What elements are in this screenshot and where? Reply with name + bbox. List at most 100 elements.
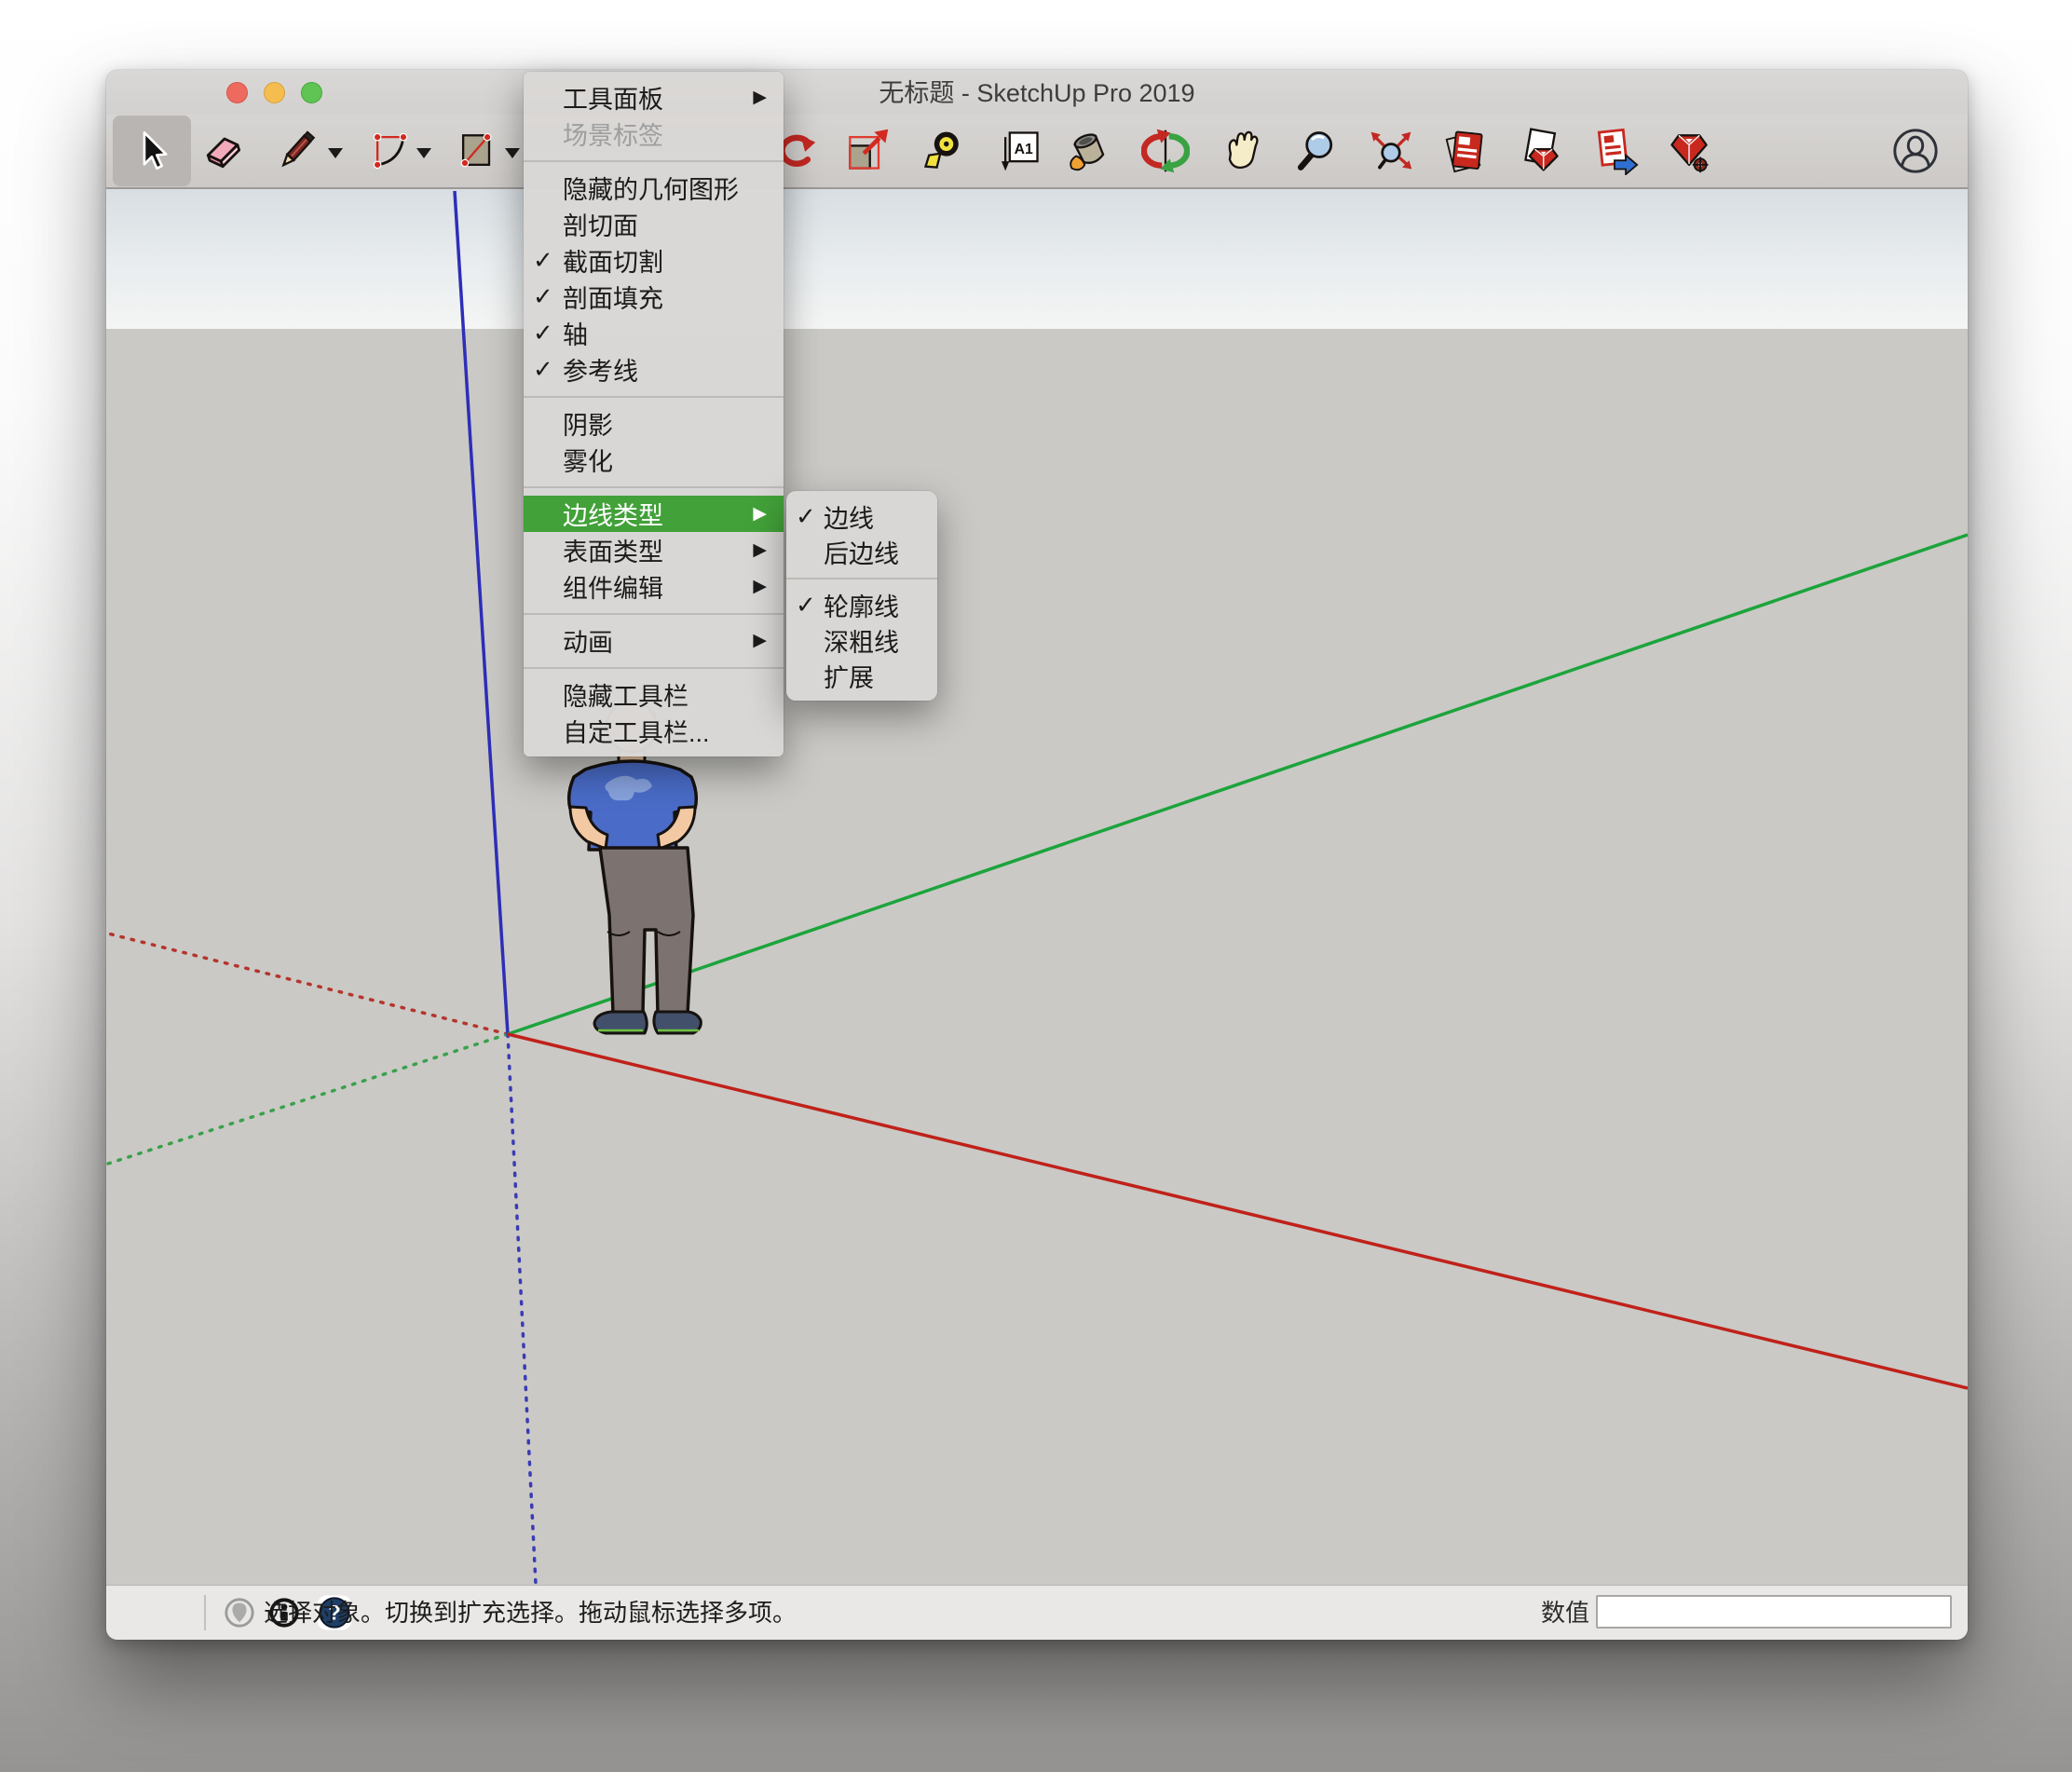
measurements-input[interactable]: [1596, 1595, 1952, 1629]
submenu-item-profiles[interactable]: ✓轮廓线: [786, 587, 937, 622]
menu-item-label: 组件编辑: [563, 568, 753, 605]
send-to-layout-icon: [1441, 127, 1490, 175]
menu-item-fog[interactable]: 雾化: [524, 442, 784, 478]
svg-text:A1: A1: [1015, 142, 1033, 157]
account-button[interactable]: [1888, 123, 1942, 179]
status-hint: 选择对象。切换到扩充选择。拖动鼠标选择多项。: [264, 1586, 797, 1640]
menu-item-label: 表面类型: [563, 532, 753, 568]
tape-measure-icon: [920, 127, 968, 175]
menu-item-label: 轴: [563, 315, 772, 351]
menu-item-animation[interactable]: 动画▶: [524, 622, 784, 659]
menu-item-hidden-geometry[interactable]: 隐藏的几何图形: [524, 170, 784, 206]
menu-separator: [524, 478, 784, 496]
menu-item-face-style[interactable]: 表面类型▶: [524, 532, 784, 568]
3d-warehouse-button[interactable]: [1513, 123, 1567, 179]
menu-separator: [524, 388, 784, 405]
menu-separator: [524, 659, 784, 676]
submenu-item-depth-cue[interactable]: 深粗线: [786, 622, 937, 658]
menu-item-hide-toolbar[interactable]: 隐藏工具栏: [524, 676, 784, 713]
menu-item-label: 剖切面: [563, 206, 772, 242]
sky: [106, 189, 1968, 329]
menu-item-label: 边线类型: [563, 496, 753, 532]
menu-item-guides[interactable]: ✓参考线: [524, 351, 784, 388]
zoom-tool-button[interactable]: [1288, 123, 1343, 179]
menu-item-label: 场景标签: [563, 116, 772, 152]
edge-style-submenu: ✓边线后边线 ✓轮廓线深粗线扩展: [786, 491, 937, 701]
scale-tool-button[interactable]: [839, 123, 893, 179]
send-to-layout-button[interactable]: [1438, 123, 1493, 179]
orbit-tool-button[interactable]: [1138, 123, 1193, 179]
menu-item-edge-style[interactable]: 边线类型▶: [524, 496, 784, 532]
menu-item-label: 剖面填充: [563, 279, 772, 315]
submenu-item-label: 扩展: [824, 658, 926, 694]
scale-icon: [842, 127, 891, 175]
menu-item-component-edit[interactable]: 组件编辑▶: [524, 568, 784, 605]
submenu-item-label: 后边线: [824, 534, 926, 570]
orbit-icon: [1141, 127, 1190, 175]
window-title: 无标题 - SketchUp Pro 2019: [106, 70, 1968, 115]
export-document-button[interactable]: [1588, 123, 1642, 179]
paint-bucket-icon: [1064, 127, 1112, 175]
menu-item-label: 工具面板: [563, 79, 753, 116]
menu-item-label: 参考线: [563, 351, 772, 388]
arc-tool-dropdown-caret[interactable]: [416, 148, 431, 158]
statusbar-divider: [204, 1595, 206, 1630]
menu-item-customize-toolbar[interactable]: 自定工具栏...: [524, 713, 784, 749]
window-titlebar: 无标题 - SketchUp Pro 2019: [106, 70, 1968, 115]
submenu-item-back-edges[interactable]: 后边线: [786, 534, 937, 569]
submenu-item-extension[interactable]: 扩展: [786, 658, 937, 693]
checkmark-icon: ✓: [796, 591, 824, 620]
line-tool-button[interactable]: [269, 123, 323, 179]
menu-item-label: 雾化: [563, 442, 772, 478]
menu-item-shadows[interactable]: 阴影: [524, 405, 784, 442]
paint-bucket-tool-button[interactable]: [1061, 123, 1115, 179]
account-icon: [1890, 126, 1941, 176]
menu-item-section-cuts[interactable]: ✓截面切割: [524, 242, 784, 279]
pan-hand-icon: [1217, 127, 1265, 175]
checkmark-icon: ✓: [533, 319, 563, 348]
geolocation-icon[interactable]: [224, 1597, 255, 1629]
menu-item-label: 动画: [563, 622, 753, 659]
menu-item-section-fill[interactable]: ✓剖面填充: [524, 279, 784, 315]
zoom-extents-icon: [1367, 127, 1415, 175]
sketchup-window: 无标题 - SketchUp Pro 2019: [106, 70, 1968, 1640]
arc-tool-button[interactable]: [364, 123, 418, 179]
submenu-arrow-icon: ▶: [753, 630, 772, 651]
model-canvas[interactable]: [106, 189, 1968, 1585]
line-tool-dropdown-caret[interactable]: [328, 148, 343, 158]
text-tool-button[interactable]: A1: [992, 123, 1046, 179]
menu-item-label: 隐藏的几何图形: [563, 170, 772, 206]
menu-item-section-planes[interactable]: 剖切面: [524, 206, 784, 242]
menu-item-tool-palettes[interactable]: 工具面板▶: [524, 79, 784, 116]
tape-measure-tool-button[interactable]: [917, 123, 971, 179]
submenu-arrow-icon: ▶: [753, 87, 772, 108]
pencil-icon: [272, 127, 320, 175]
eraser-tool-button[interactable]: [197, 123, 251, 179]
menu-separator: [524, 605, 784, 622]
submenu-arrow-icon: ▶: [753, 503, 772, 525]
checkmark-icon: ✓: [796, 502, 824, 531]
submenu-item-edges[interactable]: ✓边线: [786, 498, 937, 534]
zoom-icon: [1291, 127, 1340, 175]
submenu-item-label: 深粗线: [824, 622, 926, 659]
menu-item-label: 截面切割: [563, 242, 772, 279]
minimize-button[interactable]: [264, 82, 285, 103]
statusbar: ? 选择对象。切换到扩充选择。拖动鼠标选择多项。 数值: [106, 1585, 1968, 1640]
menu-item-axes[interactable]: ✓轴: [524, 315, 784, 351]
model-viewport: [106, 189, 1968, 1585]
rectangle-tool-button[interactable]: [450, 123, 504, 179]
select-tool-button[interactable]: [113, 116, 191, 186]
measurements-label: 数值: [1519, 1586, 1589, 1640]
ground: [106, 329, 1968, 1585]
zoom-extents-button[interactable]: [1364, 123, 1418, 179]
rectangle-tool-dropdown-caret[interactable]: [505, 148, 520, 158]
extension-warehouse-button[interactable]: [1662, 123, 1716, 179]
menu-item-label: 阴影: [563, 405, 772, 442]
export-document-icon: [1590, 127, 1639, 175]
pan-tool-button[interactable]: [1214, 123, 1268, 179]
select-arrow-icon: [129, 128, 175, 174]
close-button[interactable]: [226, 82, 248, 103]
text-tool-icon: A1: [995, 127, 1043, 175]
menu-item-label: 隐藏工具栏: [563, 676, 772, 713]
zoom-window-button[interactable]: [301, 82, 322, 103]
